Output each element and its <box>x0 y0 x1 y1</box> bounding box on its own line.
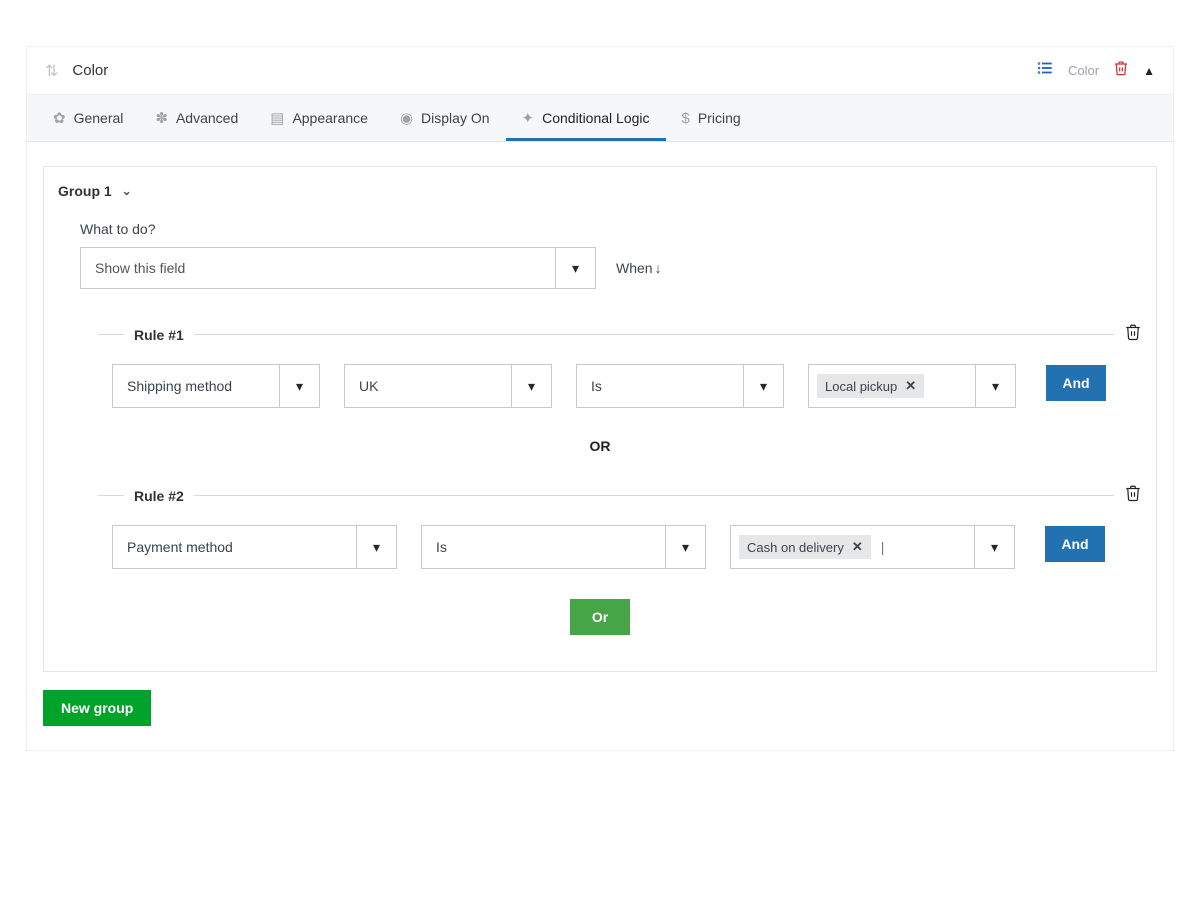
delete-rule-1-icon[interactable] <box>1124 323 1142 346</box>
delete-rule-2-icon[interactable] <box>1124 484 1142 507</box>
tabs: ✿ General ✽ Advanced ▤ Appearance ◉ Disp… <box>27 95 1173 142</box>
dropdown-caret-icon: ▾ <box>665 526 705 568</box>
panel-type-label: Color <box>1068 63 1099 78</box>
gear-icon: ✿ <box>53 109 66 127</box>
rule-2-value-select[interactable]: Cash on delivery ✕ | ▾ <box>730 525 1015 569</box>
tab-conditional-logic[interactable]: ✦ Conditional Logic <box>506 95 666 141</box>
collapse-icon[interactable]: ▲ <box>1143 64 1155 78</box>
tab-general[interactable]: ✿ General <box>37 95 139 141</box>
tab-label: Display On <box>421 110 489 126</box>
panel-header-actions: Color ▲ <box>1036 59 1155 82</box>
rule-1-operator-select[interactable]: Is ▾ <box>576 364 784 408</box>
rule-2-body: Payment method ▾ Is ▾ Cash on delivery ✕… <box>112 525 1142 569</box>
action-section: What to do? Show this field ▾ When↓ <box>80 221 1142 289</box>
rule-1-value-select[interactable]: Local pickup ✕ ▾ <box>808 364 1016 408</box>
drag-handle-icon[interactable]: ⇅ <box>45 61 58 81</box>
dropdown-caret-icon: ▾ <box>356 526 396 568</box>
rule-2-operator-select[interactable]: Is ▾ <box>421 525 706 569</box>
panel-header: ⇅ Color Color ▲ <box>27 47 1173 95</box>
dropdown-caret-icon: ▾ <box>975 365 1015 407</box>
magic-icon: ✦ <box>522 109 535 127</box>
tab-pricing[interactable]: $ Pricing <box>666 95 757 141</box>
what-to-do-label: What to do? <box>80 221 1142 237</box>
tab-advanced[interactable]: ✽ Advanced <box>139 95 254 141</box>
rule-2-field-select[interactable]: Payment method ▾ <box>112 525 397 569</box>
group-title-row[interactable]: Group 1 ⌄ <box>58 183 1142 199</box>
eye-icon: ◉ <box>400 109 413 127</box>
dropdown-caret-icon: ▾ <box>555 248 595 288</box>
rule-2-label: Rule #2 <box>134 488 184 504</box>
remove-tag-icon[interactable]: ✕ <box>852 539 863 555</box>
text-cursor: | <box>881 539 885 555</box>
rule-1-header: Rule #1 <box>98 323 1142 346</box>
monitor-icon: ▤ <box>270 109 284 127</box>
tab-label: Advanced <box>176 110 238 126</box>
tab-label: Pricing <box>698 110 741 126</box>
tab-display-on[interactable]: ◉ Display On <box>384 95 506 141</box>
dollar-icon: $ <box>682 110 690 127</box>
rule-1-param-select[interactable]: UK ▾ <box>344 364 552 408</box>
field-panel: ⇅ Color Color ▲ ✿ General ✽ Advanced ▤ A… <box>26 46 1174 751</box>
panel-title: Color <box>72 62 108 79</box>
group-box: Group 1 ⌄ What to do? Show this field ▾ … <box>43 166 1157 672</box>
rule-1-label: Rule #1 <box>134 327 184 343</box>
or-separator: OR <box>58 438 1142 454</box>
delete-field-icon[interactable] <box>1113 60 1129 81</box>
rule-1-and-button[interactable]: And <box>1046 365 1106 401</box>
arrow-down-icon: ↓ <box>655 260 662 276</box>
list-icon[interactable] <box>1036 59 1054 82</box>
tab-label: General <box>74 110 124 126</box>
new-group-button[interactable]: New group <box>43 690 151 726</box>
tab-label: Conditional Logic <box>542 110 649 126</box>
dropdown-caret-icon: ▾ <box>974 526 1014 568</box>
group-title: Group 1 <box>58 183 112 199</box>
rule-2-header: Rule #2 <box>98 484 1142 507</box>
tab-label: Appearance <box>292 110 368 126</box>
rule-1-body: Shipping method ▾ UK ▾ Is ▾ Local pickup <box>112 364 1142 408</box>
tab-content: Group 1 ⌄ What to do? Show this field ▾ … <box>27 142 1173 750</box>
dropdown-caret-icon: ▾ <box>279 365 319 407</box>
chevron-down-icon: ⌄ <box>122 184 132 198</box>
rule-1-value-tag: Local pickup ✕ <box>817 374 924 398</box>
action-select[interactable]: Show this field ▾ <box>80 247 596 289</box>
rule-2-and-button[interactable]: And <box>1045 526 1105 562</box>
action-select-value: Show this field <box>81 260 555 276</box>
remove-tag-icon[interactable]: ✕ <box>905 378 916 394</box>
gears-icon: ✽ <box>155 109 168 127</box>
dropdown-caret-icon: ▾ <box>511 365 551 407</box>
tab-appearance[interactable]: ▤ Appearance <box>254 95 384 141</box>
rule-2-value-tag: Cash on delivery ✕ <box>739 535 871 559</box>
add-or-rule-button[interactable]: Or <box>570 599 630 635</box>
dropdown-caret-icon: ▾ <box>743 365 783 407</box>
rule-1-field-select[interactable]: Shipping method ▾ <box>112 364 320 408</box>
when-label: When↓ <box>616 260 662 276</box>
